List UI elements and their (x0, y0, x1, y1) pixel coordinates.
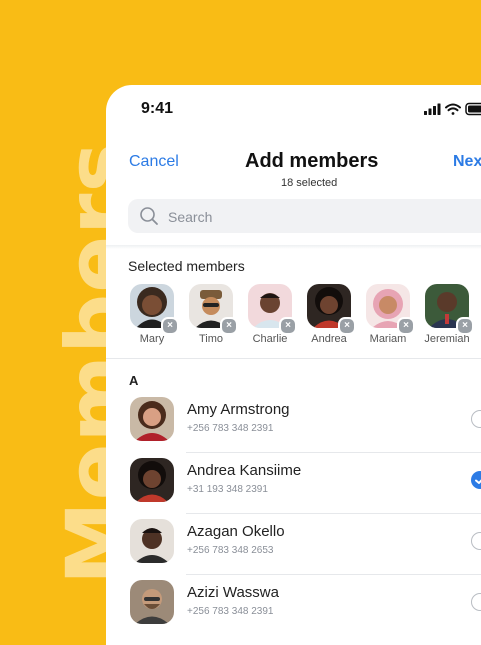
select-radio[interactable] (471, 410, 481, 428)
search-input[interactable] (166, 199, 470, 235)
status-icons (424, 102, 481, 121)
row-divider (186, 513, 481, 514)
signal-icon (424, 103, 441, 115)
avatar (130, 519, 174, 563)
remove-member-icon[interactable]: × (338, 317, 356, 335)
selected-member-chip[interactable]: × Timo (187, 284, 238, 345)
contact-phone: +256 783 348 2391 (187, 423, 274, 434)
row-divider (186, 574, 481, 575)
contact-phone: +256 783 348 2391 (187, 606, 274, 617)
avatar (130, 458, 174, 502)
select-radio[interactable] (471, 532, 481, 550)
contact-row[interactable]: Andrea Kansiime +31 193 348 2391 (106, 455, 481, 516)
contact-row[interactable]: Azagan Okello +256 783 348 2653 (106, 516, 481, 577)
avatar (130, 580, 174, 624)
contact-name: Azizi Wasswa (187, 584, 279, 601)
remove-member-icon[interactable]: × (456, 317, 474, 335)
selected-count: 18 selected (281, 177, 338, 189)
contact-name: Amy Armstrong (187, 401, 290, 418)
selected-member-chip[interactable]: × Jeremiah (423, 284, 474, 345)
remove-member-icon[interactable]: × (279, 317, 297, 335)
selected-member-chip[interactable]: × Charlie (246, 284, 297, 345)
contact-phone: +256 783 348 2653 (187, 545, 274, 556)
status-time: 9:41 (141, 100, 174, 117)
select-radio[interactable] (471, 593, 481, 611)
contact-name: Andrea Kansiime (187, 462, 302, 479)
nav-bar: Cancel Add members 18 selected Next (106, 147, 481, 197)
header-divider (106, 245, 481, 249)
cancel-button[interactable]: Cancel (129, 153, 179, 171)
remove-member-icon[interactable]: × (220, 317, 238, 335)
selected-member-chip[interactable]: × Mariam (364, 284, 415, 345)
selected-members-label: Selected members (128, 258, 245, 274)
contact-row[interactable]: Azizi Wasswa +256 783 348 2391 (106, 577, 481, 638)
section-divider (106, 358, 481, 359)
search-icon (140, 207, 158, 225)
remove-member-icon[interactable]: × (397, 317, 415, 335)
section-header: A (129, 373, 139, 388)
status-bar: 9:41 (106, 85, 481, 135)
wifi-icon (445, 103, 461, 115)
selected-member-chip[interactable]: × Mary (128, 284, 179, 345)
contact-phone: +31 193 348 2391 (187, 484, 268, 495)
battery-icon (465, 102, 481, 116)
next-button[interactable]: Next (453, 153, 481, 171)
row-divider (186, 452, 481, 453)
avatar (130, 397, 174, 441)
remove-member-icon[interactable]: × (161, 317, 179, 335)
contact-name: Azagan Okello (187, 523, 285, 540)
phone-screen: 9:41 Cancel Add members 18 selected Nex … (106, 85, 481, 645)
search-bar[interactable] (128, 199, 481, 235)
selected-check-icon[interactable] (471, 471, 481, 489)
page-title: Add members (245, 150, 379, 172)
contact-row[interactable]: Amy Armstrong +256 783 348 2391 (106, 394, 481, 455)
selected-member-chip[interactable]: × Andrea (305, 284, 356, 345)
